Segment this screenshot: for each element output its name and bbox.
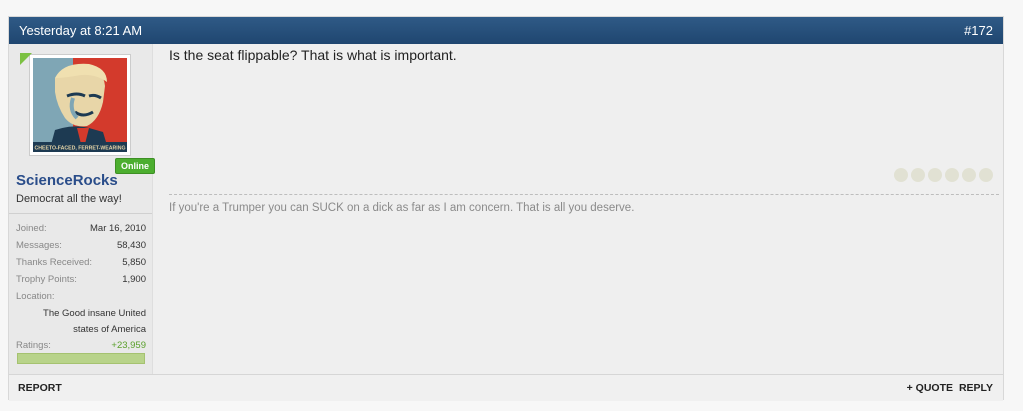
stat-thanks-label: Thanks Received: — [16, 257, 93, 268]
reputation-bar — [17, 353, 145, 364]
reaction-check-icon[interactable] — [911, 168, 925, 182]
online-corner-indicator — [20, 53, 32, 65]
avatar[interactable]: CHEETO-FACED, FERRET-WEARING — [20, 53, 131, 156]
stat-thanks: Thanks Received: 5,850 — [16, 254, 146, 271]
stat-messages-value[interactable]: 58,430 — [117, 237, 146, 254]
post-number-link[interactable]: #172 — [964, 23, 993, 38]
stat-messages: Messages: 58,430 — [16, 237, 146, 254]
avatar-caption: CHEETO-FACED, FERRET-WEARING — [35, 146, 126, 152]
stat-ratings-value: +23,959 — [111, 340, 146, 351]
user-info-panel: CHEETO-FACED, FERRET-WEARING Online Scie… — [9, 44, 156, 374]
reaction-winner-icon[interactable] — [962, 168, 976, 182]
stat-thanks-value: 5,850 — [122, 257, 146, 268]
stat-trophy-label: Trophy Points: — [16, 274, 77, 285]
stat-location-label: Location: — [16, 291, 55, 302]
user-signature: If you're a Trumper you can SUCK on a di… — [169, 202, 635, 214]
report-button[interactable]: REPORT — [18, 382, 62, 394]
avatar-image: CHEETO-FACED, FERRET-WEARING — [33, 58, 127, 152]
quote-button[interactable]: + QUOTE — [907, 382, 953, 394]
post-header: Yesterday at 8:21 AM #172 — [9, 17, 1003, 44]
stat-location-value-line-2[interactable]: states of America — [16, 322, 146, 337]
stat-ratings-label: Ratings: — [16, 340, 51, 351]
stat-joined-label: Joined: — [16, 223, 47, 234]
post-timestamp[interactable]: Yesterday at 8:21 AM — [19, 23, 142, 38]
user-stats: Joined: Mar 16, 2010 Messages: 58,430 Th… — [16, 220, 146, 354]
signature-divider — [169, 194, 999, 195]
reaction-icons — [894, 168, 993, 182]
reply-button[interactable]: REPLY — [959, 382, 993, 394]
stat-location-value-line-1[interactable]: The Good insane United — [16, 306, 146, 321]
post: Yesterday at 8:21 AM #172 CHEETO-FACED, … — [8, 16, 1004, 401]
stat-messages-label: Messages: — [16, 240, 62, 251]
stat-trophy: Trophy Points: 1,900 — [16, 271, 146, 288]
user-title: Democrat all the way! — [16, 193, 122, 205]
reaction-agree-icon[interactable] — [894, 168, 908, 182]
reaction-funny-icon[interactable] — [928, 168, 942, 182]
stat-joined: Joined: Mar 16, 2010 — [16, 220, 146, 237]
post-footer: REPORT + QUOTE REPLY — [9, 374, 1003, 401]
stat-ratings: Ratings: +23,959 — [16, 337, 146, 354]
user-panel-divider — [9, 213, 152, 214]
post-message: Is the seat flippable? That is what is i… — [169, 47, 457, 63]
reaction-sad-icon[interactable] — [979, 168, 993, 182]
stat-location: Location: — [16, 288, 146, 305]
stat-joined-value: Mar 16, 2010 — [90, 223, 146, 234]
online-status-badge: Online — [115, 158, 156, 174]
stat-trophy-value[interactable]: 1,900 — [122, 271, 146, 288]
username-link[interactable]: ScienceRocks — [16, 172, 118, 189]
reaction-thumbs-icon[interactable] — [945, 168, 959, 182]
